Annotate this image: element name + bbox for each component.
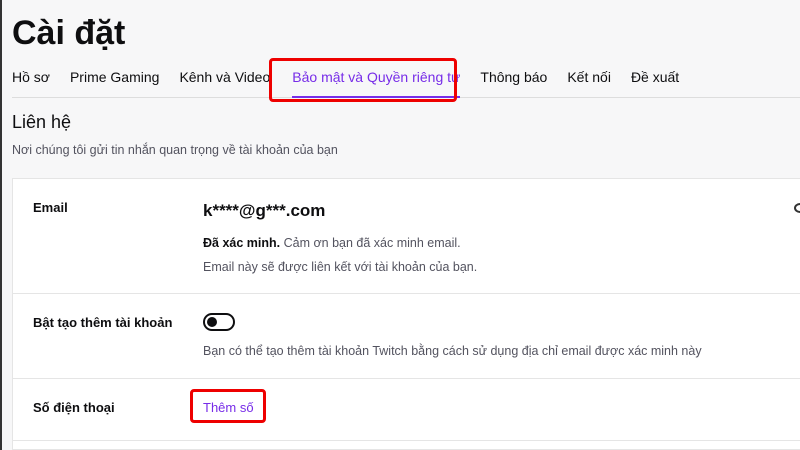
page-title: Cài đặt [12,14,126,52]
email-row: Email k****@g***.com Đã xác minh. Cảm ơn… [13,179,800,294]
tab-prime-gaming[interactable]: Prime Gaming [70,68,159,97]
extra-accounts-note: Bạn có thể tạo thêm tài khoản Twitch bằn… [203,344,702,358]
eye-icon[interactable] [794,203,800,213]
extra-accounts-toggle[interactable] [203,313,235,331]
verified-label: Đã xác minh. [203,236,281,250]
tab-profile[interactable]: Hồ sơ [12,68,50,97]
extra-accounts-label: Bật tạo thêm tài khoản [33,315,173,330]
highlight-box [269,58,457,102]
section-subtitle: Nơi chúng tôi gửi tin nhắn quan trọng về… [12,143,338,157]
phone-row: Số điện thoại Thêm số [13,379,800,441]
tab-recommendations[interactable]: Đề xuất [631,68,679,97]
tab-notifications[interactable]: Thông báo [480,68,547,97]
email-note: Email này sẽ được liên kết với tài khoản… [203,260,478,274]
verified-text: Cảm ơn bạn đã xác minh email. [280,236,461,250]
phone-label: Số điện thoại [33,400,115,415]
contact-card: Email k****@g***.com Đã xác minh. Cảm ơn… [12,178,800,450]
extra-accounts-row: Bật tạo thêm tài khoản Bạn có thể tạo th… [13,294,800,379]
highlight-box [190,389,266,423]
email-value: k****@g***.com [203,201,326,220]
email-label: Email [33,200,68,215]
section-title: Liên hệ [12,112,72,132]
tab-channel-video[interactable]: Kênh và Video [179,68,270,97]
tab-connections[interactable]: Kết nối [567,68,611,97]
